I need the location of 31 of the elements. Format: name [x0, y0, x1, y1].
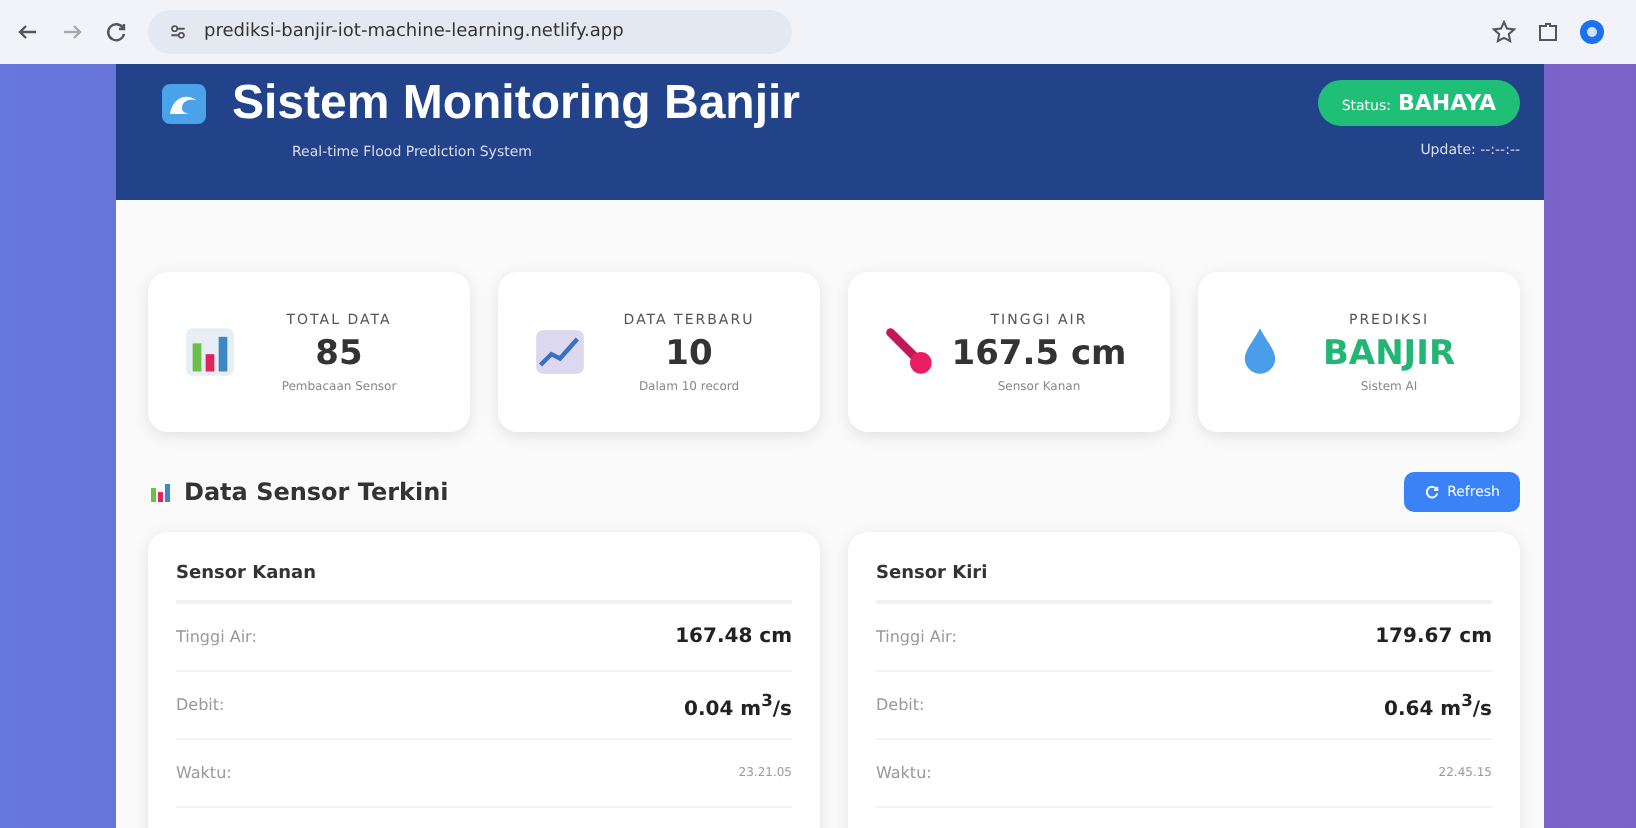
stat-value: 167.5 cm [951, 333, 1127, 373]
wave-icon [160, 80, 208, 128]
address-bar[interactable]: prediksi-banjir-iot-machine-learning.netlify.app [148, 10, 792, 54]
back-icon[interactable] [16, 20, 40, 44]
reading-label: Debit: [176, 696, 225, 714]
reading-value: 0.04 m$^{3}$/s [684, 689, 792, 721]
bar-chart-icon [148, 480, 172, 504]
refresh-icon [1423, 484, 1440, 500]
sensor-name: Sensor Kanan [176, 564, 792, 604]
line-chart-icon [534, 326, 586, 378]
reading-label: Waktu: [176, 764, 232, 782]
sensor-name: Sensor Kiri [876, 564, 1492, 604]
thermometer-icon [884, 326, 936, 378]
reading-value: 179.67 cm [1375, 626, 1492, 648]
bar-chart-icon [184, 326, 236, 378]
reload-icon[interactable] [104, 20, 128, 44]
star-icon[interactable] [1492, 20, 1516, 44]
site-settings-icon[interactable] [168, 22, 188, 42]
section-title: Data Sensor Terkini [184, 478, 449, 506]
stat-value: 85 [315, 333, 363, 373]
reading-label: Debit: [876, 696, 925, 714]
reading-value: 167.48 cm [675, 626, 792, 648]
app-title: Sistem Monitoring Banjir [232, 76, 801, 132]
extensions-icon[interactable] [1536, 20, 1560, 44]
stat-value: BANJIR [1322, 333, 1456, 373]
reading-label: Tinggi Air: [876, 628, 957, 646]
reading-label: Waktu: [876, 764, 932, 782]
stat-value: 10 [665, 333, 713, 373]
reading-label: Tinggi Air: [176, 628, 257, 646]
reading-value: 0.64 m$^{3}$/s [1384, 689, 1492, 721]
profile-avatar[interactable] [1580, 20, 1604, 44]
